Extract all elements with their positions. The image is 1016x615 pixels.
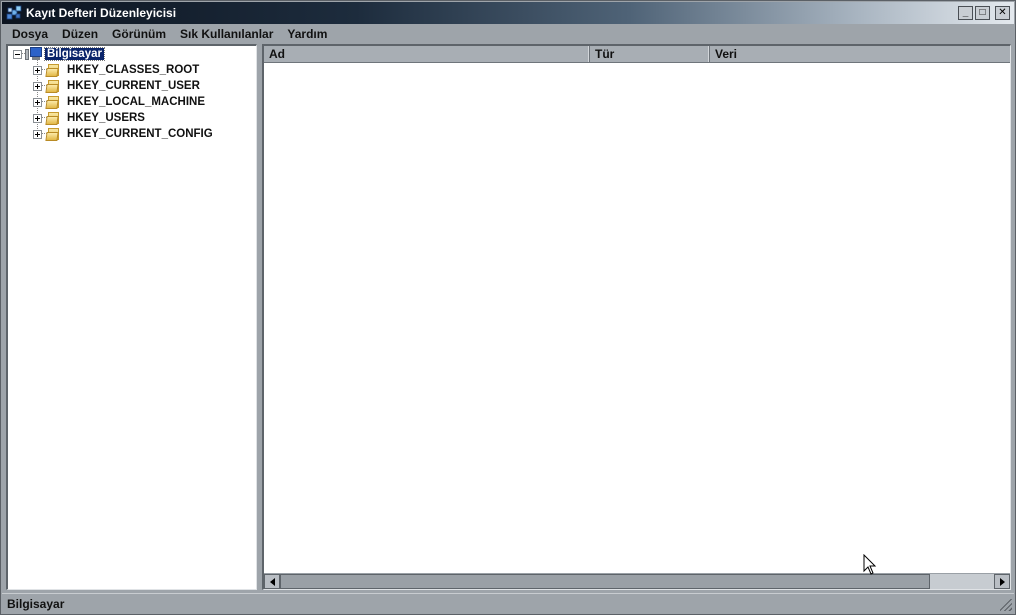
- arrow-right-icon: [999, 577, 1005, 586]
- collapse-icon[interactable]: [13, 49, 22, 59]
- column-header-row: Ad Tür Veri: [264, 46, 1010, 63]
- status-path: Bilgisayar: [7, 597, 65, 611]
- values-list[interactable]: Ad Tür Veri: [262, 44, 1011, 590]
- tree-item-label: HKEY_USERS: [67, 112, 145, 124]
- tree-item-hkey-local-machine[interactable]: HKEY_LOCAL_MACHINE: [33, 94, 205, 110]
- registry-editor-window: Kayıt Defteri Düzenleyicisi _ □ ✕ Dosya …: [0, 0, 1016, 615]
- computer-icon: [25, 47, 43, 61]
- status-bar: Bilgisayar: [2, 593, 1014, 613]
- folder-icon: [45, 95, 62, 109]
- registry-editor-icon: [6, 5, 22, 20]
- folder-icon: [45, 63, 62, 77]
- minimize-icon: _: [962, 7, 969, 18]
- horizontal-scrollbar[interactable]: [264, 573, 1010, 589]
- values-list-body[interactable]: [264, 63, 1010, 573]
- tree-item-label: Bilgisayar: [44, 47, 105, 61]
- expand-icon[interactable]: [33, 113, 42, 123]
- scroll-left-button[interactable]: [264, 574, 280, 589]
- scrollbar-thumb[interactable]: [280, 574, 930, 589]
- tree-item-computer[interactable]: Bilgisayar: [13, 46, 105, 62]
- column-header-label: Tür: [595, 47, 615, 61]
- minimize-button[interactable]: _: [958, 6, 973, 20]
- expand-icon[interactable]: [33, 97, 42, 107]
- tree-item-label: HKEY_CLASSES_ROOT: [67, 64, 200, 76]
- resize-grip-icon[interactable]: [1000, 599, 1012, 611]
- arrow-left-icon: [269, 577, 275, 586]
- scroll-right-button[interactable]: [994, 574, 1010, 589]
- close-icon: ✕: [998, 7, 1007, 18]
- folder-icon: [45, 127, 62, 141]
- menu-file[interactable]: Dosya: [2, 27, 55, 41]
- maximize-icon: □: [979, 7, 986, 18]
- folder-icon: [45, 79, 62, 93]
- expand-icon[interactable]: [33, 81, 42, 91]
- mouse-cursor-icon: [863, 554, 877, 575]
- menu-favorites[interactable]: Sık Kullanılanlar: [173, 27, 280, 41]
- title-bar[interactable]: Kayıt Defteri Düzenleyicisi _ □ ✕: [2, 2, 1014, 24]
- tree-item-hkey-current-config[interactable]: HKEY_CURRENT_CONFIG: [33, 126, 213, 142]
- menu-view[interactable]: Görünüm: [105, 27, 173, 41]
- column-header-label: Veri: [715, 47, 738, 61]
- window-controls: _ □ ✕: [958, 6, 1010, 20]
- registry-tree[interactable]: Bilgisayar HKEY_CLASSES_ROOT HKEY_CURREN…: [6, 44, 257, 590]
- tree-item-hkey-classes-root[interactable]: HKEY_CLASSES_ROOT: [33, 62, 199, 78]
- menu-help[interactable]: Yardım: [280, 27, 334, 41]
- expand-icon[interactable]: [33, 65, 42, 75]
- tree-item-label: HKEY_LOCAL_MACHINE: [67, 96, 206, 108]
- expand-icon[interactable]: [33, 129, 42, 139]
- close-button[interactable]: ✕: [995, 6, 1010, 20]
- column-header-type[interactable]: Tür: [590, 46, 710, 62]
- column-header-name[interactable]: Ad: [264, 46, 590, 62]
- maximize-button[interactable]: □: [975, 6, 990, 20]
- column-header-label: Ad: [269, 47, 285, 61]
- tree-item-label: HKEY_CURRENT_USER: [67, 80, 200, 92]
- menu-edit[interactable]: Düzen: [55, 27, 105, 41]
- menu-bar: Dosya Düzen Görünüm Sık Kullanılanlar Ya…: [2, 25, 1014, 43]
- column-header-data[interactable]: Veri: [710, 46, 1010, 62]
- window-title: Kayıt Defteri Düzenleyicisi: [26, 6, 177, 20]
- folder-icon: [45, 111, 62, 125]
- tree-item-hkey-current-user[interactable]: HKEY_CURRENT_USER: [33, 78, 200, 94]
- tree-item-label: HKEY_CURRENT_CONFIG: [67, 128, 213, 140]
- tree-item-hkey-users[interactable]: HKEY_USERS: [33, 110, 145, 126]
